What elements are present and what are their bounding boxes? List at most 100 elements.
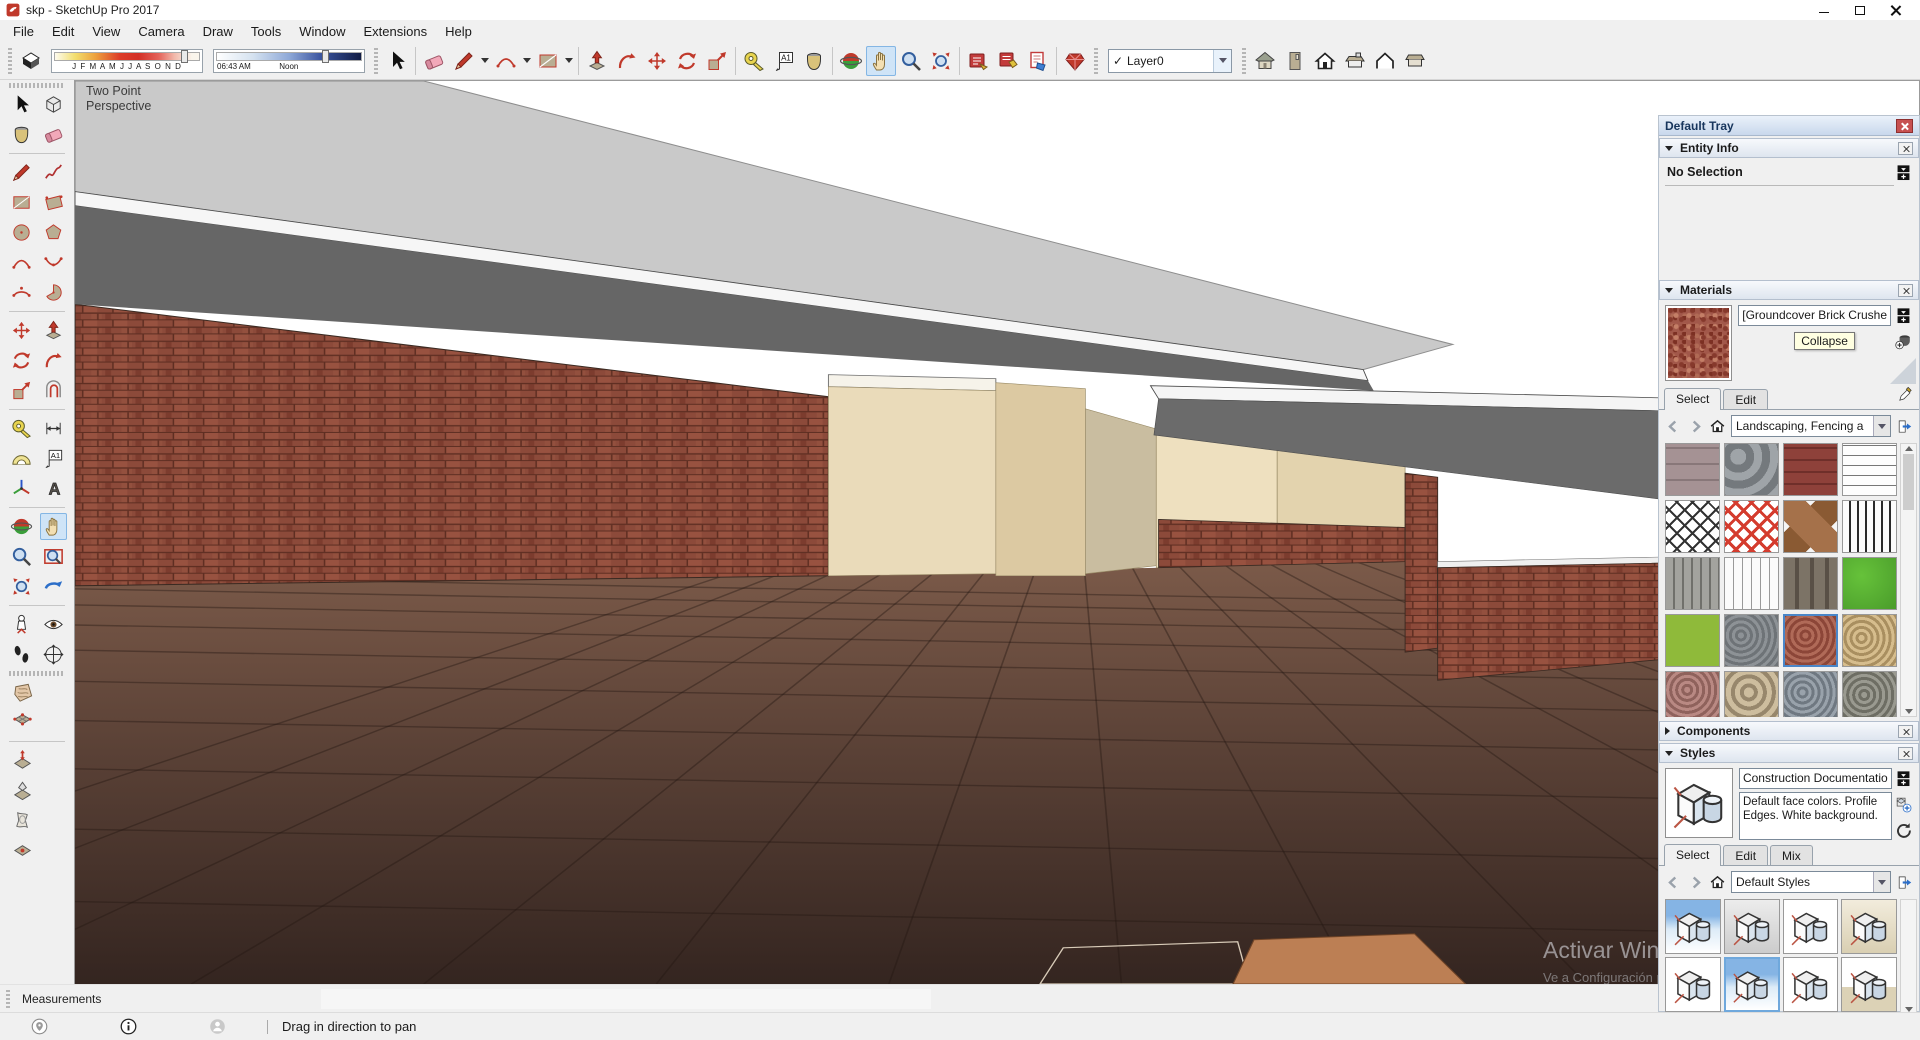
material-swatch[interactable] <box>1783 500 1838 553</box>
back-arrow-button[interactable] <box>1665 418 1682 435</box>
house-gable-button[interactable] <box>1370 46 1400 76</box>
eraser-tool-button[interactable] <box>419 46 449 76</box>
protractor-tool-button[interactable] <box>8 445 35 472</box>
refresh-style-button[interactable] <box>1894 821 1913 840</box>
line-tool-button[interactable] <box>449 46 479 76</box>
stamp-button[interactable] <box>9 777 36 804</box>
polygon-tool-button[interactable] <box>40 219 67 246</box>
category-dropdown-button[interactable] <box>1873 872 1890 892</box>
follow-me-tool-button[interactable] <box>40 347 67 374</box>
menu-item[interactable]: File <box>4 22 43 41</box>
select-tool-button[interactable] <box>8 91 35 118</box>
material-category-dropdown[interactable]: Landscaping, Fencing a <box>1731 415 1891 437</box>
offset-tool-button[interactable] <box>40 377 67 404</box>
text-tool-button[interactable] <box>40 445 67 472</box>
cabinet-button[interactable] <box>1280 46 1310 76</box>
measurements-input[interactable] <box>321 989 931 1009</box>
layer-dropdown[interactable]: ✓ Layer0 <box>1108 49 1232 73</box>
menu-item[interactable]: Extensions <box>355 22 437 41</box>
material-swatch[interactable] <box>1842 671 1897 717</box>
scrollbar-thumb[interactable] <box>1903 454 1914 510</box>
material-swatch[interactable] <box>1665 500 1720 553</box>
styles-scrollbar[interactable] <box>1900 899 1917 1015</box>
move-tool-button[interactable] <box>8 317 35 344</box>
pan-tool-button[interactable] <box>866 46 896 76</box>
axes-tool-button[interactable] <box>8 475 35 502</box>
sample-corner-icon[interactable] <box>1890 358 1916 384</box>
rectangle-tool-button[interactable] <box>533 46 563 76</box>
secondary-pane-toggle-icon[interactable] <box>1894 769 1913 788</box>
dimension-tool-button[interactable] <box>40 415 67 442</box>
toolbar-grip[interactable] <box>374 48 378 74</box>
3d-text-button[interactable] <box>40 475 67 502</box>
menu-item[interactable]: Edit <box>43 22 83 41</box>
scale-tool-button[interactable] <box>8 377 35 404</box>
drape-button[interactable] <box>9 807 36 834</box>
style-thumbnail[interactable] <box>1841 957 1897 1012</box>
follow-me-tool-button[interactable] <box>612 46 642 76</box>
minimize-button[interactable] <box>1806 1 1842 19</box>
components-close-button[interactable] <box>1898 725 1913 738</box>
material-swatch[interactable] <box>1783 614 1838 667</box>
look-around-button[interactable] <box>40 611 67 638</box>
push-pull-tool-button[interactable] <box>582 46 612 76</box>
menu-item[interactable]: Window <box>290 22 354 41</box>
smoove-button[interactable] <box>9 747 36 774</box>
walk-tool-button[interactable] <box>8 641 35 668</box>
style-name-input[interactable]: Construction Documentatio <box>1739 768 1892 789</box>
materials-scrollbar[interactable] <box>1900 443 1917 717</box>
tape-measure-button[interactable] <box>739 46 769 76</box>
menu-item[interactable]: Help <box>436 22 481 41</box>
move-tool-button[interactable] <box>642 46 672 76</box>
send-to-layout-button[interactable] <box>1023 46 1053 76</box>
home-button[interactable] <box>1709 418 1726 435</box>
create-material-button[interactable] <box>1894 332 1913 351</box>
components-header[interactable]: Components <box>1659 721 1919 741</box>
styles-close-button[interactable] <box>1898 747 1913 760</box>
house-door-button[interactable] <box>1310 46 1340 76</box>
style-thumbnail[interactable] <box>1665 957 1721 1012</box>
home-button[interactable] <box>1709 874 1726 891</box>
material-name-input[interactable]: [Groundcover Brick Crushe <box>1738 305 1891 326</box>
select-tool-button[interactable] <box>382 46 412 76</box>
styles-tab-select[interactable]: Select <box>1664 844 1721 866</box>
sandbox-from-contours-button[interactable] <box>9 679 36 706</box>
add-detail-button[interactable] <box>9 837 36 864</box>
model-red-1-button[interactable] <box>963 46 993 76</box>
arc-tool-button[interactable] <box>491 46 521 76</box>
tray-close-button[interactable] <box>1896 119 1913 133</box>
pan-tool-button[interactable] <box>40 513 67 540</box>
style-thumbnail[interactable] <box>1724 957 1780 1012</box>
layer-dropdown-button[interactable] <box>1213 50 1231 72</box>
scale-tool-button[interactable] <box>702 46 732 76</box>
house-dormer-button[interactable] <box>1340 46 1370 76</box>
menu-item[interactable]: View <box>83 22 129 41</box>
style-thumbnail[interactable] <box>1783 957 1839 1012</box>
style-category-dropdown[interactable]: Default Styles <box>1731 871 1891 893</box>
toolbar-grip[interactable] <box>8 48 12 74</box>
close-button[interactable] <box>1878 1 1914 19</box>
credits-info-button[interactable] <box>119 1017 138 1036</box>
material-swatch[interactable] <box>1842 500 1897 553</box>
text-tool-button[interactable] <box>769 46 799 76</box>
arc-tool-dropdown[interactable] <box>521 46 533 76</box>
active-style-thumbnail[interactable] <box>1665 768 1733 838</box>
material-swatch[interactable] <box>1783 557 1838 610</box>
material-swatch[interactable] <box>1665 557 1720 610</box>
detach-pane-button[interactable] <box>1896 874 1913 891</box>
house-flat-button[interactable] <box>1400 46 1430 76</box>
material-swatch[interactable] <box>1842 557 1897 610</box>
line-tool-dropdown[interactable] <box>479 46 491 76</box>
sign-in-button[interactable] <box>208 1017 227 1036</box>
entity-info-header[interactable]: Entity Info <box>1659 138 1919 158</box>
scroll-up-icon[interactable] <box>1905 446 1913 451</box>
material-swatch[interactable] <box>1724 557 1779 610</box>
material-swatch[interactable] <box>1665 671 1720 717</box>
orbit-tool-button[interactable] <box>836 46 866 76</box>
materials-close-button[interactable] <box>1898 284 1913 297</box>
styles-header[interactable]: Styles <box>1659 743 1919 763</box>
toolbar-grip[interactable] <box>9 671 65 676</box>
toolbar-grip[interactable] <box>1242 48 1246 74</box>
active-material-thumbnail[interactable] <box>1665 305 1732 381</box>
material-swatch[interactable] <box>1842 443 1897 496</box>
